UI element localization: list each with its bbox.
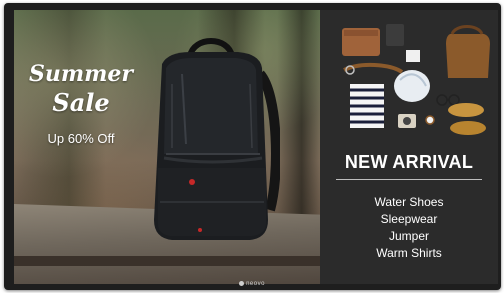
- list-item: Jumper: [388, 229, 429, 243]
- backpack-photo: Summer Sale Up 60% Off: [14, 10, 320, 284]
- title-divider: [336, 179, 482, 180]
- promo-headline-sale: Sale: [52, 88, 110, 118]
- brand-name: neovo: [246, 281, 265, 288]
- display-screen: Summer Sale Up 60% Off NEW ARRIVAL Water…: [14, 10, 498, 284]
- backpack-image: [154, 38, 280, 240]
- new-arrival-title: NEW ARRIVAL: [344, 152, 474, 172]
- new-arrival-panel: NEW ARRIVAL Water Shoes Sleepwear Jumper…: [320, 10, 498, 284]
- display-bezel: Summer Sale Up 60% Off NEW ARRIVAL Water…: [4, 3, 501, 290]
- promo-headline-summer: Summer: [28, 61, 134, 87]
- list-item: Water Shoes: [374, 195, 444, 209]
- list-item: Sleepwear: [380, 212, 438, 226]
- flatlay-products-image: [342, 24, 490, 135]
- summer-sale-promo: Summer Sale Up 60% Off: [28, 62, 134, 146]
- table-edge: [14, 256, 320, 266]
- promo-discount: Up 60% Off: [47, 130, 115, 146]
- list-item: Warm Shirts: [376, 246, 442, 260]
- brand-logo: neovo: [0, 281, 504, 287]
- arrival-items-list: Water Shoes Sleepwear Jumper Warm Shirts: [320, 194, 498, 262]
- brand-dot-icon: [239, 281, 245, 286]
